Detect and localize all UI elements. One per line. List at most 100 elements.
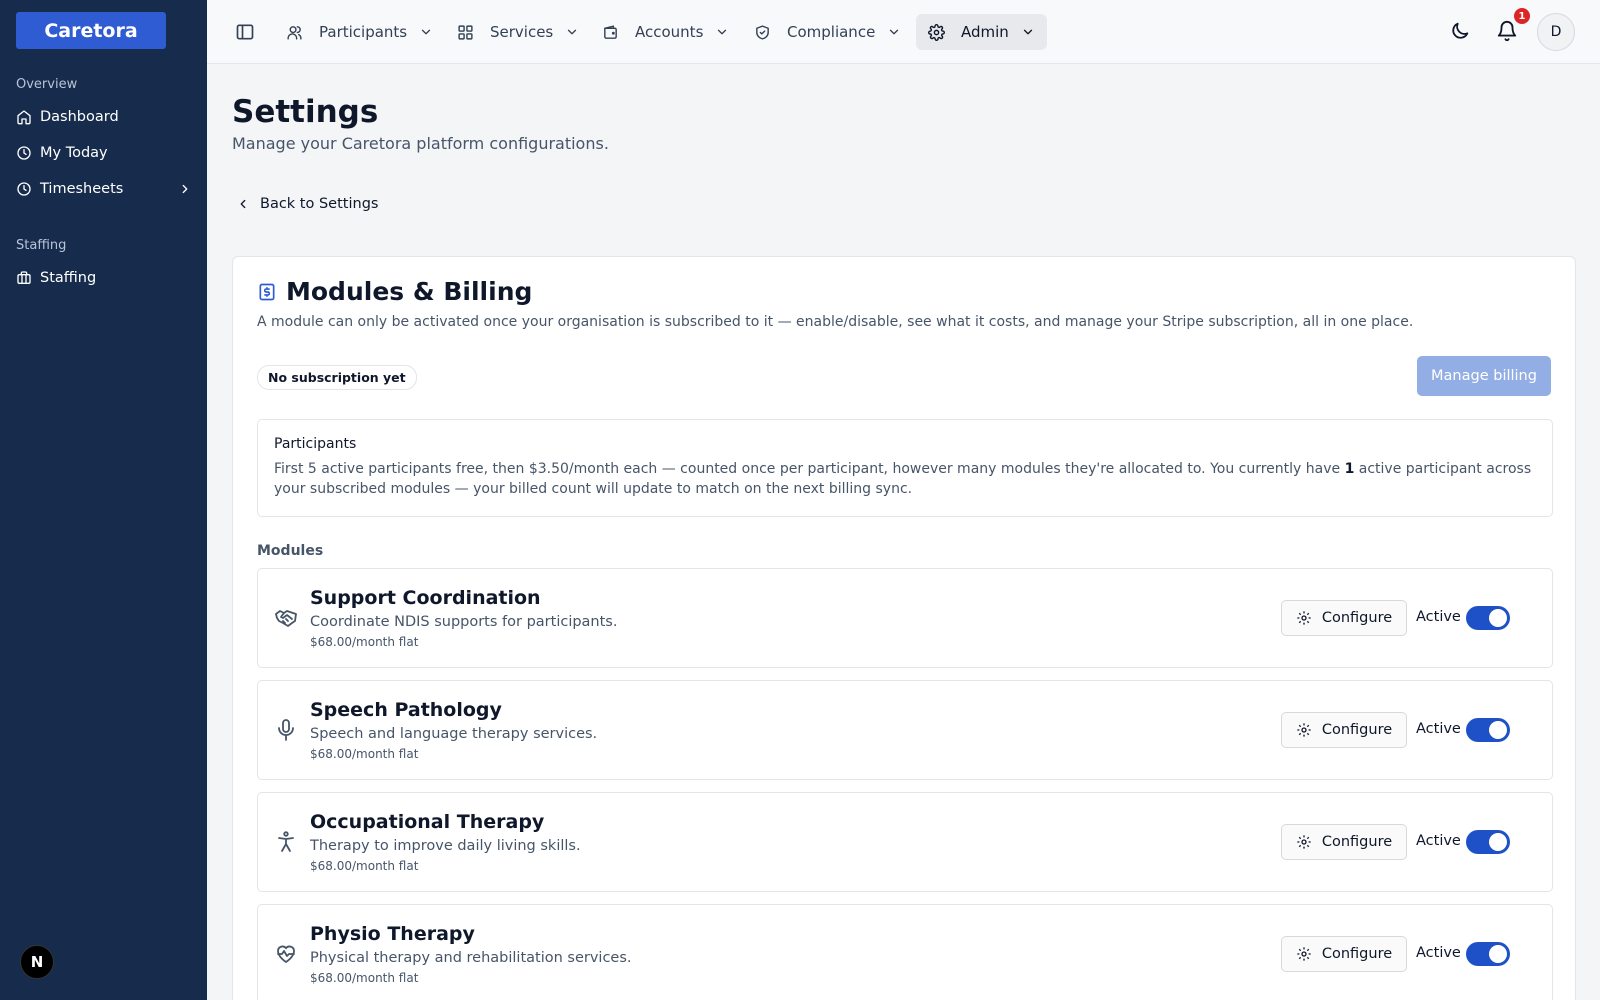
users-icon bbox=[287, 25, 302, 40]
configure-button[interactable]: Configure bbox=[1281, 824, 1407, 860]
page-title: Settings bbox=[232, 94, 379, 130]
briefcase-icon bbox=[17, 271, 31, 284]
module-active-toggle[interactable] bbox=[1466, 830, 1510, 854]
brand-logo[interactable]: Caretora bbox=[16, 12, 166, 49]
notification-count-badge: 1 bbox=[1514, 8, 1530, 24]
back-to-settings-link[interactable]: Back to Settings bbox=[236, 196, 378, 212]
configure-button[interactable]: Configure bbox=[1281, 712, 1407, 748]
chevron-down-icon bbox=[718, 29, 727, 35]
configure-label: Configure bbox=[1321, 946, 1393, 962]
configure-label: Configure bbox=[1321, 834, 1393, 850]
module-description: Physical therapy and rehabilitation serv… bbox=[310, 950, 632, 966]
active-label: Active bbox=[1416, 609, 1461, 625]
manage-billing-button[interactable]: Manage billing bbox=[1417, 356, 1551, 396]
wallet-icon bbox=[604, 24, 617, 39]
configure-label: Configure bbox=[1321, 610, 1393, 626]
modules-section-label: Modules bbox=[257, 543, 324, 559]
module-active-toggle[interactable] bbox=[1466, 718, 1510, 742]
sidebar-section-staffing: Staffing bbox=[16, 238, 67, 253]
sidebar: Caretora Overview Dashboard My Today Tim… bbox=[0, 0, 207, 1000]
gear-icon bbox=[1297, 723, 1311, 737]
nav-services[interactable]: Services bbox=[445, 14, 591, 50]
handshake-icon bbox=[275, 610, 297, 627]
nav-label: Participants bbox=[319, 23, 408, 41]
configure-button[interactable]: Configure bbox=[1281, 936, 1407, 972]
home-icon bbox=[17, 110, 31, 125]
module-price: $68.00/month flat bbox=[310, 971, 419, 985]
accessibility-icon bbox=[278, 831, 294, 852]
grid-icon bbox=[458, 24, 473, 40]
active-label: Active bbox=[1416, 721, 1461, 737]
module-name: Support Coordination bbox=[310, 587, 541, 609]
shield-check-icon bbox=[756, 24, 769, 40]
framework-badge[interactable]: N bbox=[20, 945, 54, 979]
chevron-down-icon bbox=[568, 29, 577, 35]
sidebar-item-label: Staffing bbox=[40, 270, 97, 286]
toggle-knob bbox=[1489, 945, 1507, 963]
sidebar-toggle-icon[interactable] bbox=[235, 22, 255, 42]
module-price: $68.00/month flat bbox=[310, 635, 419, 649]
sidebar-item-staffing[interactable]: Staffing bbox=[16, 265, 192, 291]
info-text: First 5 active participants free, then $… bbox=[274, 459, 1536, 499]
card-description: A module can only be activated once your… bbox=[257, 314, 1414, 330]
participants-pricing-info: Participants First 5 active participants… bbox=[257, 419, 1553, 517]
sidebar-item-timesheets[interactable]: Timesheets bbox=[16, 176, 192, 202]
top-navigation-bar: Participants Services Accounts Complianc… bbox=[207, 0, 1600, 64]
user-avatar[interactable]: D bbox=[1537, 13, 1575, 51]
nav-label: Admin bbox=[961, 23, 1009, 41]
billing-dollar-icon bbox=[259, 283, 275, 300]
nav-label: Accounts bbox=[635, 23, 704, 41]
toggle-knob bbox=[1489, 721, 1507, 739]
module-price: $68.00/month flat bbox=[310, 747, 419, 761]
clock-icon bbox=[17, 182, 31, 196]
configure-label: Configure bbox=[1321, 722, 1393, 738]
module-card-physio-therapy: Physio Therapy Physical therapy and reha… bbox=[257, 904, 1553, 1000]
chevron-down-icon bbox=[890, 29, 899, 35]
info-text-before: First 5 active participants free, then $… bbox=[274, 461, 1345, 477]
sidebar-item-dashboard[interactable]: Dashboard bbox=[16, 104, 192, 130]
toggle-knob bbox=[1489, 609, 1507, 627]
chevron-down-icon bbox=[1023, 29, 1032, 35]
sidebar-item-label: My Today bbox=[40, 145, 108, 161]
back-link-label: Back to Settings bbox=[260, 196, 379, 212]
bell-icon[interactable] bbox=[1496, 20, 1518, 42]
sidebar-section-overview: Overview bbox=[16, 77, 78, 92]
module-active-toggle[interactable] bbox=[1466, 606, 1510, 630]
nav-label: Services bbox=[490, 23, 554, 41]
chevron-right-icon bbox=[182, 184, 188, 194]
nav-label: Compliance bbox=[787, 23, 876, 41]
gear-icon bbox=[1297, 835, 1311, 849]
module-name: Physio Therapy bbox=[310, 923, 475, 945]
module-description: Speech and language therapy services. bbox=[310, 726, 598, 742]
module-card-support-coordination: Support Coordination Coordinate NDIS sup… bbox=[257, 568, 1553, 668]
gear-icon bbox=[928, 23, 945, 41]
sidebar-item-my-today[interactable]: My Today bbox=[16, 140, 192, 166]
nav-compliance[interactable]: Compliance bbox=[742, 14, 913, 50]
nav-accounts[interactable]: Accounts bbox=[590, 14, 741, 50]
page-subtitle: Manage your Caretora platform configurat… bbox=[232, 134, 609, 153]
module-card-speech-pathology: Speech Pathology Speech and language the… bbox=[257, 680, 1553, 780]
moon-icon[interactable] bbox=[1449, 20, 1471, 42]
sidebar-item-label: Timesheets bbox=[40, 181, 124, 197]
sidebar-item-label: Dashboard bbox=[40, 109, 119, 125]
active-participant-count: 1 bbox=[1344, 461, 1355, 477]
chevron-down-icon bbox=[421, 29, 431, 35]
module-description: Therapy to improve daily living skills. bbox=[310, 838, 581, 854]
configure-button[interactable]: Configure bbox=[1281, 600, 1407, 636]
module-card-occupational-therapy: Occupational Therapy Therapy to improve … bbox=[257, 792, 1553, 892]
module-description: Coordinate NDIS supports for participant… bbox=[310, 614, 618, 630]
heart-pulse-icon bbox=[277, 945, 295, 963]
info-title: Participants bbox=[274, 436, 357, 452]
module-name: Occupational Therapy bbox=[310, 811, 545, 833]
clock-icon bbox=[17, 146, 31, 160]
gear-icon bbox=[1297, 611, 1311, 625]
modules-billing-card: Modules & Billing A module can only be a… bbox=[232, 256, 1576, 1000]
module-active-toggle[interactable] bbox=[1466, 942, 1510, 966]
chevron-left-icon bbox=[240, 199, 246, 209]
microphone-icon bbox=[278, 719, 294, 741]
active-label: Active bbox=[1416, 833, 1461, 849]
module-price: $68.00/month flat bbox=[310, 859, 419, 873]
nav-participants[interactable]: Participants bbox=[274, 14, 445, 50]
nav-admin[interactable]: Admin bbox=[916, 14, 1047, 50]
subscription-status-badge: No subscription yet bbox=[257, 365, 417, 390]
